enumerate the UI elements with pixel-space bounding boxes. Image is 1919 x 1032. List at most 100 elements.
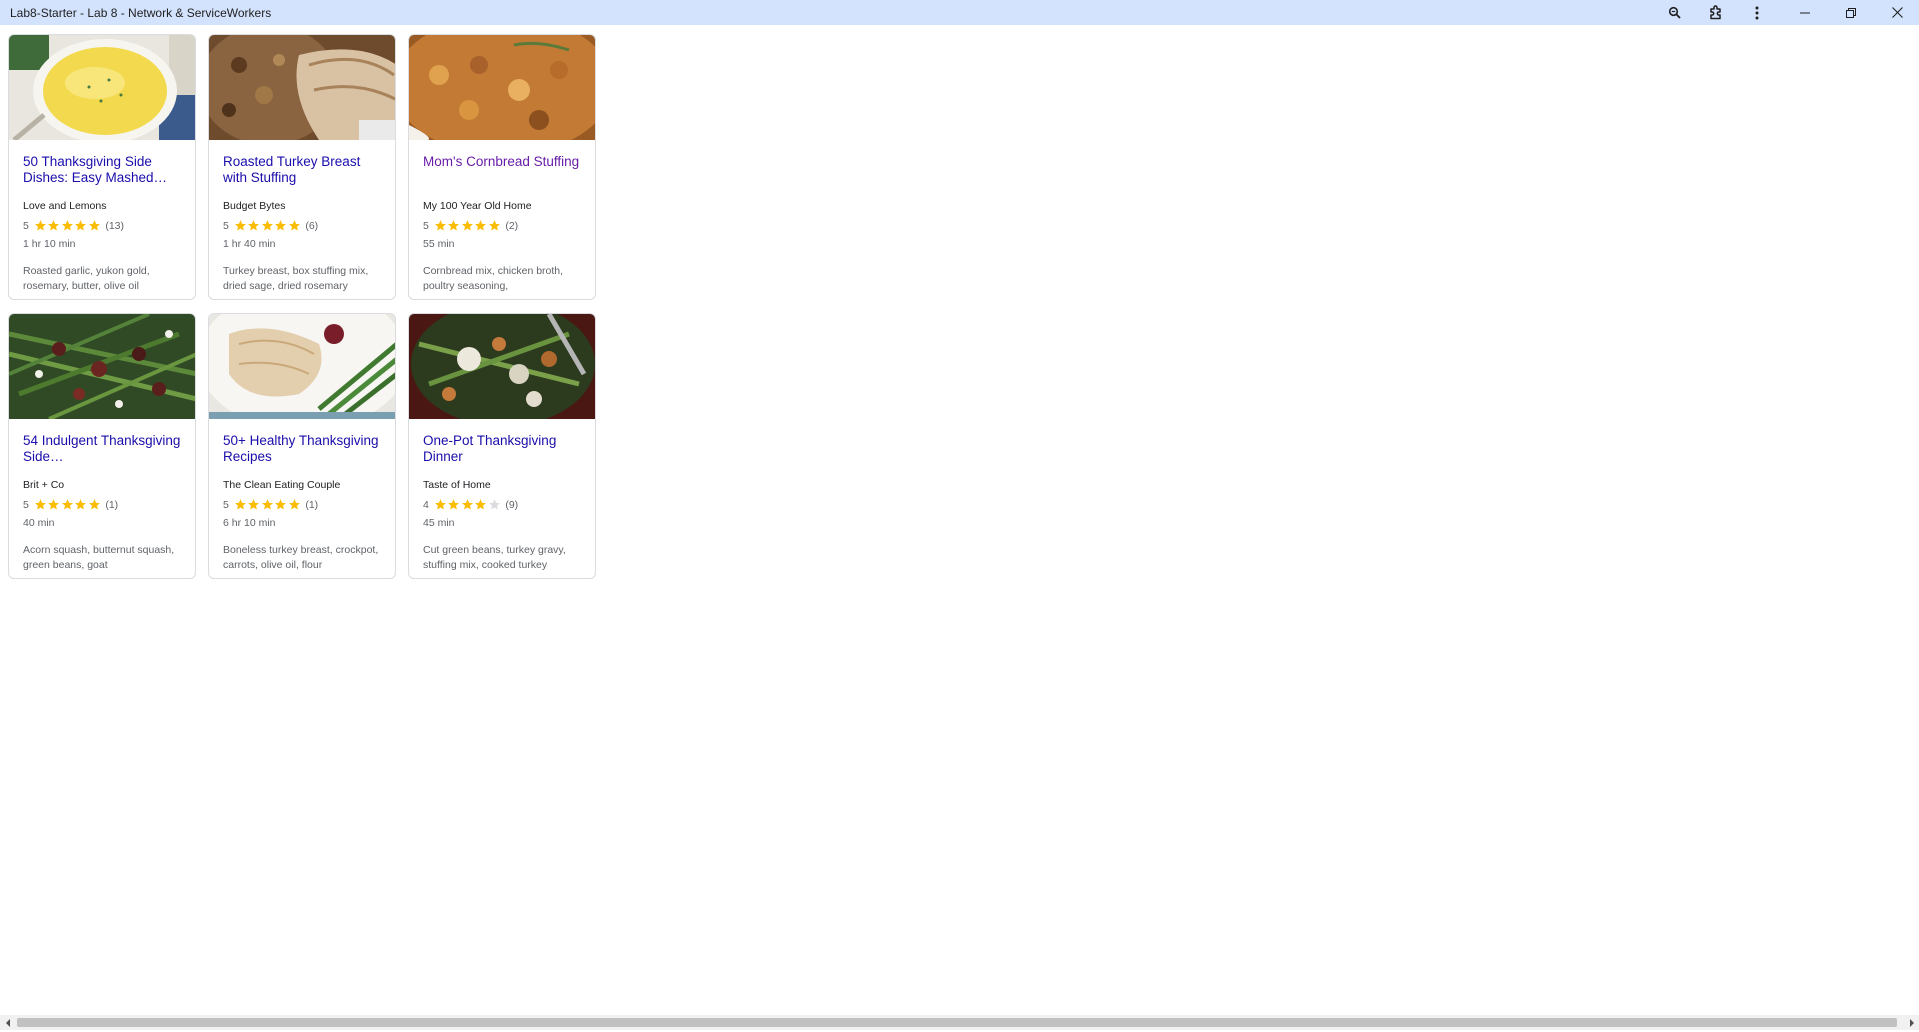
star-filled-icon <box>288 220 300 231</box>
turkey-plate-photo[interactable] <box>209 314 395 419</box>
recipe-title-link[interactable]: 54 Indulgent Thanksgiving Side… <box>23 433 183 465</box>
star-filled-icon <box>448 220 460 231</box>
recipe-card[interactable]: 50 Thanksgiving Side Dishes: Easy Mashed… <box>8 34 196 300</box>
star-filled-icon <box>461 220 473 231</box>
scroll-left-button[interactable] <box>0 1015 15 1030</box>
star-filled-icon <box>275 220 287 231</box>
recipe-ingredients: Boneless turkey breast, crockpot, carrot… <box>223 544 379 571</box>
recipe-ingredients: Turkey breast, box stuffing mix, dried s… <box>223 265 369 292</box>
scroll-right-button[interactable] <box>1904 1015 1919 1030</box>
recipe-grid: 50 Thanksgiving Side Dishes: Easy Mashed… <box>0 25 1919 1015</box>
recipe-title-link[interactable]: One-Pot Thanksgiving Dinner <box>423 433 583 465</box>
review-count: (13) <box>105 219 125 232</box>
restore-icon <box>1846 7 1856 18</box>
recipe-title-link[interactable]: Mom's Cornbread Stuffing <box>423 154 583 170</box>
review-count: (2) <box>505 219 519 232</box>
star-filled-icon <box>48 499 60 510</box>
star-filled-icon <box>448 499 460 510</box>
star-filled-icon <box>475 220 487 231</box>
recipe-ingredients: Acorn squash, butternut squash, green be… <box>23 544 175 571</box>
zoom-icon <box>1668 6 1682 20</box>
star-filled-icon <box>288 499 300 510</box>
recipe-card[interactable]: 50+ Healthy Thanksgiving Recipes The Cle… <box>208 313 396 579</box>
recipe-time: 45 min <box>423 517 455 529</box>
recipe-source: My 100 Year Old Home <box>423 200 532 212</box>
star-rating <box>234 498 302 511</box>
window-title-bar[interactable]: Lab8-Starter - Lab 8 - Network & Service… <box>0 0 1919 25</box>
zoom-button[interactable] <box>1655 0 1695 25</box>
star-filled-icon <box>248 499 260 510</box>
star-filled-icon <box>75 220 87 231</box>
recipe-card[interactable]: One-Pot Thanksgiving Dinner Taste of Hom… <box>408 313 596 579</box>
extensions-button[interactable] <box>1696 0 1736 25</box>
recipe-time: 40 min <box>23 517 55 529</box>
star-filled-icon <box>461 499 473 510</box>
recipe-title-link[interactable]: 50 Thanksgiving Side Dishes: Easy Mashed… <box>23 154 183 186</box>
recipe-rating: 5 (1) <box>23 498 118 511</box>
star-filled-icon <box>488 220 500 231</box>
close-icon <box>1891 7 1903 18</box>
turkey-stuffing-photo[interactable] <box>209 35 395 140</box>
recipe-ingredients: Roasted garlic, yukon gold, rosemary, bu… <box>23 265 150 292</box>
recipe-source: Brit + Co <box>23 479 65 491</box>
cornbread-stuffing-photo[interactable] <box>409 35 595 140</box>
star-rating <box>34 498 102 511</box>
recipe-time: 1 hr 40 min <box>223 238 276 250</box>
star-filled-icon <box>48 220 60 231</box>
restore-button[interactable] <box>1831 0 1871 25</box>
star-rating <box>34 219 102 232</box>
recipe-time: 55 min <box>423 238 455 250</box>
rating-value: 5 <box>23 219 29 232</box>
close-button[interactable] <box>1877 0 1917 25</box>
rating-value: 4 <box>423 498 429 511</box>
horizontal-scrollbar[interactable] <box>0 1015 1919 1030</box>
more-menu-icon <box>1755 6 1759 20</box>
recipe-rating: 5 (1) <box>223 498 318 511</box>
review-count: (6) <box>305 219 319 232</box>
star-filled-icon <box>261 499 273 510</box>
recipe-source: Taste of Home <box>423 479 491 491</box>
review-count: (1) <box>105 498 119 511</box>
star-filled-icon <box>75 499 87 510</box>
recipe-ingredients: Cut green beans, turkey gravy, stuffing … <box>423 544 566 571</box>
star-filled-icon <box>88 220 100 231</box>
star-filled-icon <box>434 220 446 231</box>
star-filled-icon <box>34 499 46 510</box>
star-filled-icon <box>61 499 73 510</box>
review-count: (1) <box>305 498 319 511</box>
rating-value: 5 <box>423 219 429 232</box>
rating-value: 5 <box>223 498 229 511</box>
star-filled-icon <box>248 220 260 231</box>
star-rating <box>434 498 502 511</box>
mashed-potatoes-photo[interactable] <box>9 35 195 140</box>
recipe-time: 6 hr 10 min <box>223 517 276 529</box>
one-pot-dinner-photo[interactable] <box>409 314 595 419</box>
recipe-rating: 5 (2) <box>423 219 518 232</box>
scroll-left-icon <box>5 1014 11 1032</box>
review-count: (9) <box>505 498 519 511</box>
more-menu-button[interactable] <box>1737 0 1777 25</box>
extensions-icon <box>1708 4 1724 21</box>
recipe-card[interactable]: 54 Indulgent Thanksgiving Side… Brit + C… <box>8 313 196 579</box>
star-empty-icon <box>488 499 500 510</box>
recipe-source: The Clean Eating Couple <box>223 479 341 491</box>
recipe-title-link[interactable]: Roasted Turkey Breast with Stuffing <box>223 154 383 186</box>
recipe-title-link[interactable]: 50+ Healthy Thanksgiving Recipes <box>223 433 383 465</box>
star-filled-icon <box>234 220 246 231</box>
recipe-rating: 5 (13) <box>23 219 124 232</box>
star-filled-icon <box>475 499 487 510</box>
scrollbar-thumb[interactable] <box>17 1018 1897 1027</box>
window-title: Lab8-Starter - Lab 8 - Network & Service… <box>10 6 272 20</box>
minimize-button[interactable] <box>1785 0 1825 25</box>
minimize-icon <box>1800 8 1810 18</box>
recipe-rating: 5 (6) <box>223 219 318 232</box>
rating-value: 5 <box>23 498 29 511</box>
star-rating <box>434 219 502 232</box>
recipe-card[interactable]: Mom's Cornbread Stuffing My 100 Year Old… <box>408 34 596 300</box>
green-beans-photo[interactable] <box>9 314 195 419</box>
star-filled-icon <box>234 499 246 510</box>
recipe-card[interactable]: Roasted Turkey Breast with Stuffing Budg… <box>208 34 396 300</box>
star-filled-icon <box>261 220 273 231</box>
star-filled-icon <box>434 499 446 510</box>
recipe-ingredients: Cornbread mix, chicken broth, poultry se… <box>423 265 564 292</box>
